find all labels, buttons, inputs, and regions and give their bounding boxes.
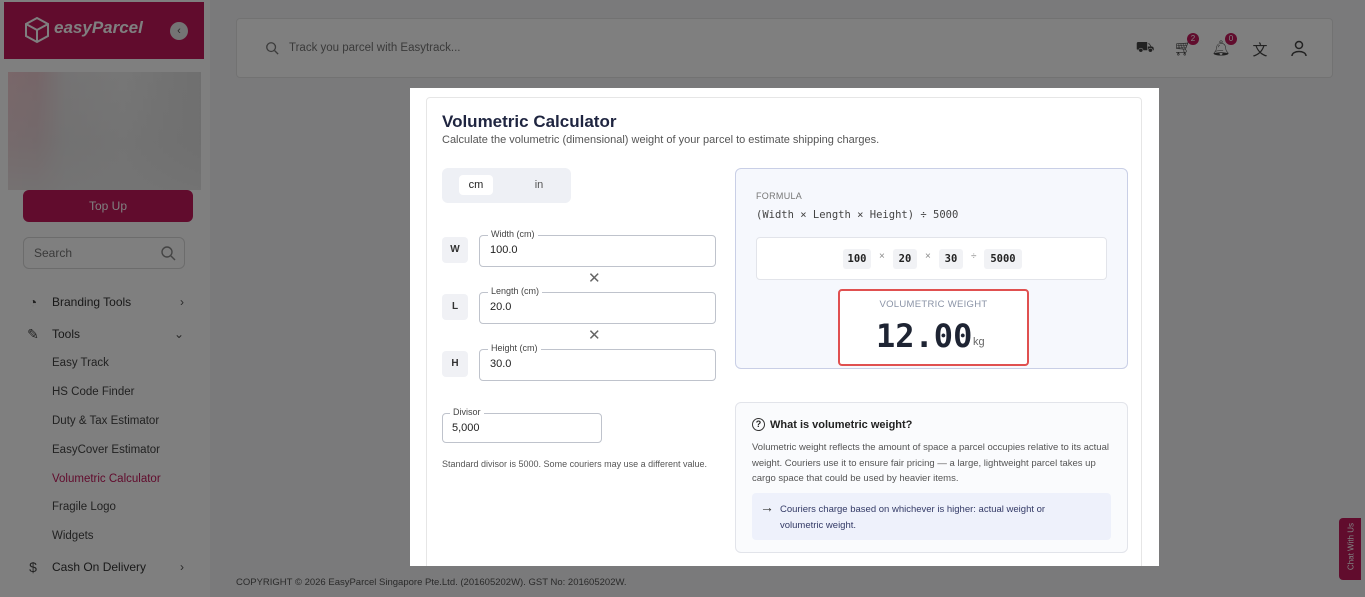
formula-values-row: 100 × 20 × 30 ÷ 5000 <box>756 237 1107 280</box>
width-field[interactable]: Width (cm) <box>479 229 716 267</box>
height-label: Height (cm) <box>488 343 541 353</box>
height-field[interactable]: Height (cm) <box>479 343 716 381</box>
unit-option-cm[interactable]: cm <box>459 175 493 195</box>
volumetric-weight-result: VOLUMETRIC WEIGHT 12.00 kg <box>838 289 1029 366</box>
info-title: ? What is volumetric weight? <box>752 418 912 431</box>
info-panel: ? What is volumetric weight? Volumetric … <box>735 402 1128 553</box>
height-input[interactable] <box>490 358 690 370</box>
length-input[interactable] <box>490 301 690 313</box>
formula-operator: × <box>879 251 885 262</box>
result-unit: kg <box>973 336 985 348</box>
width-label: Width (cm) <box>488 229 538 239</box>
unit-toggle: cm in <box>442 168 571 203</box>
divisor-field[interactable]: Divisor <box>442 407 602 443</box>
info-text: Volumetric weight reflects the amount of… <box>752 442 1109 484</box>
result-label: VOLUMETRIC WEIGHT <box>879 299 988 310</box>
callout-text: Couriers charge based on whichever is hi… <box>780 504 1046 531</box>
volumetric-calculator-modal: Volumetric Calculator Calculate the volu… <box>410 88 1159 566</box>
length-label: Length (cm) <box>488 286 543 296</box>
question-icon: ? <box>752 418 765 431</box>
page-subtitle: Calculate the volumetric (dimensional) w… <box>442 134 880 146</box>
width-input[interactable] <box>490 244 690 256</box>
multiply-icon: ✕ <box>588 270 601 287</box>
divisor-input[interactable] <box>452 422 582 434</box>
length-badge: L <box>442 294 468 320</box>
page-title: Volumetric Calculator <box>442 112 617 131</box>
unit-option-in[interactable]: in <box>522 175 556 195</box>
formula-label: FORMULA <box>756 191 803 201</box>
formula-value-height: 30 <box>939 249 963 269</box>
formula-operator: × <box>925 251 931 262</box>
multiply-icon: ✕ <box>588 327 601 344</box>
divisor-note: Standard divisor is 5000. Some couriers … <box>442 459 707 469</box>
height-badge: H <box>442 351 468 377</box>
result-value: 12.00 <box>876 317 973 355</box>
formula-operator: ÷ <box>971 251 977 262</box>
formula-panel: FORMULA (Width × Length × Height) ÷ 5000… <box>735 168 1128 369</box>
formula-value-divisor: 5000 <box>984 249 1022 269</box>
info-title-text: What is volumetric weight? <box>770 418 913 431</box>
divisor-label: Divisor <box>450 407 484 417</box>
length-field[interactable]: Length (cm) <box>479 286 716 324</box>
formula-expression: (Width × Length × Height) ÷ 5000 <box>756 209 959 221</box>
info-callout: → Couriers charge based on whichever is … <box>752 493 1111 540</box>
formula-value-length: 20 <box>893 249 917 269</box>
width-badge: W <box>442 237 468 263</box>
formula-value-width: 100 <box>843 249 871 269</box>
arrow-right-icon: → <box>760 499 774 515</box>
